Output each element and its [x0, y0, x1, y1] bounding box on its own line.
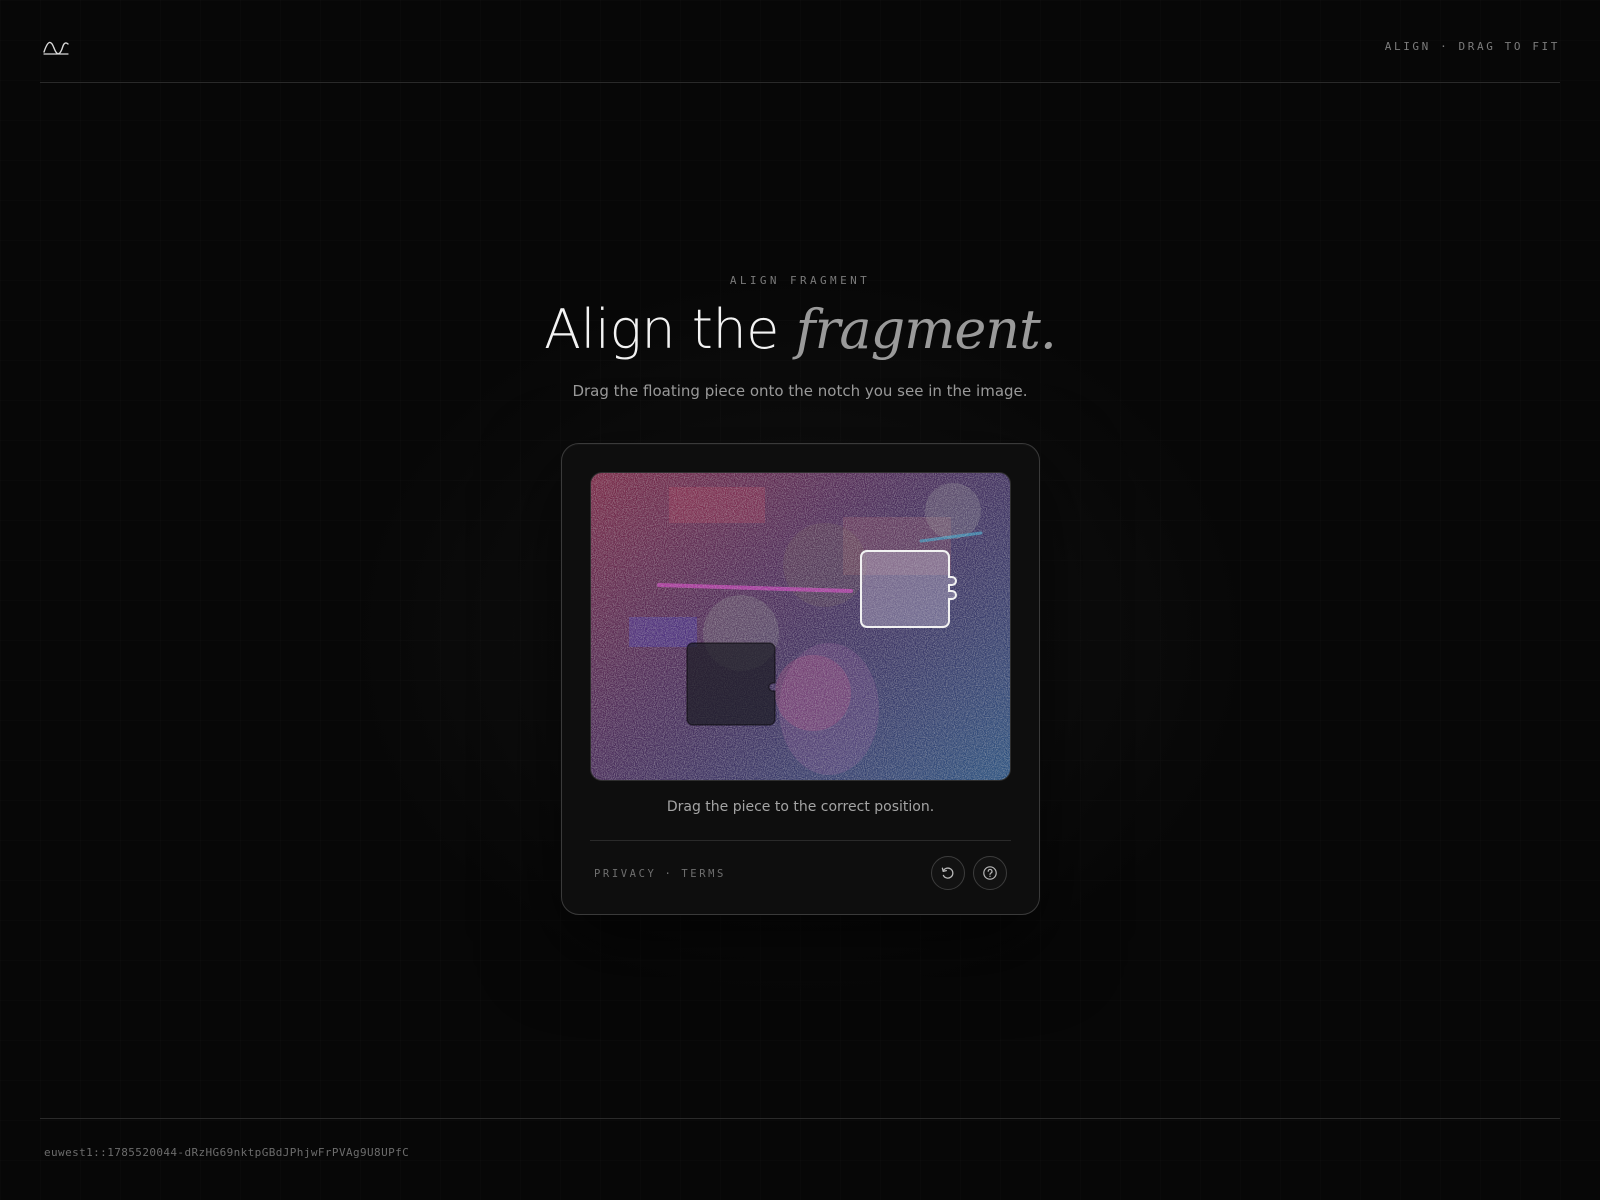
help-icon: [983, 866, 997, 880]
status-message: Drag the piece to the correct position.: [666, 799, 935, 815]
top-bar: ALIGN · DRAG TO FIT: [40, 0, 1560, 83]
eyebrow-label: ALIGN FRAGMENT: [729, 274, 871, 287]
page: ALIGN · DRAG TO FIT ALIGN FRAGMENT Align…: [0, 0, 1600, 1200]
refresh-icon: [941, 867, 954, 879]
privacy-link[interactable]: PRIVACY: [594, 868, 656, 880]
footer-divider: [40, 1118, 1560, 1119]
session-id: euwest1::1785520044-dRzHG69nktpGBdJPhjwF…: [44, 1146, 410, 1159]
header-meta: ALIGN · DRAG TO FIT: [1384, 40, 1560, 53]
link-separator: ·: [664, 868, 674, 880]
wave-logo-icon: [43, 41, 69, 55]
page-subtitle: Drag the floating piece onto the notch y…: [572, 382, 1028, 400]
page-title: Align the fragment.: [0, 298, 1600, 362]
puzzle-canvas: [591, 473, 1010, 780]
help-button[interactable]: [973, 856, 1007, 890]
refresh-button[interactable]: [931, 856, 965, 890]
puzzle-image: [590, 472, 1011, 781]
terms-link[interactable]: TERMS: [681, 868, 726, 880]
draggable-piece[interactable]: [860, 550, 957, 628]
card-links: PRIVACY · TERMS: [594, 868, 726, 880]
page-title-accent: fragment.: [795, 298, 1057, 361]
page-title-plain: Align the: [544, 298, 796, 361]
target-notch: [686, 642, 776, 726]
card-divider: [590, 840, 1011, 841]
captcha-card: Drag the piece to the correct position. …: [561, 443, 1040, 915]
